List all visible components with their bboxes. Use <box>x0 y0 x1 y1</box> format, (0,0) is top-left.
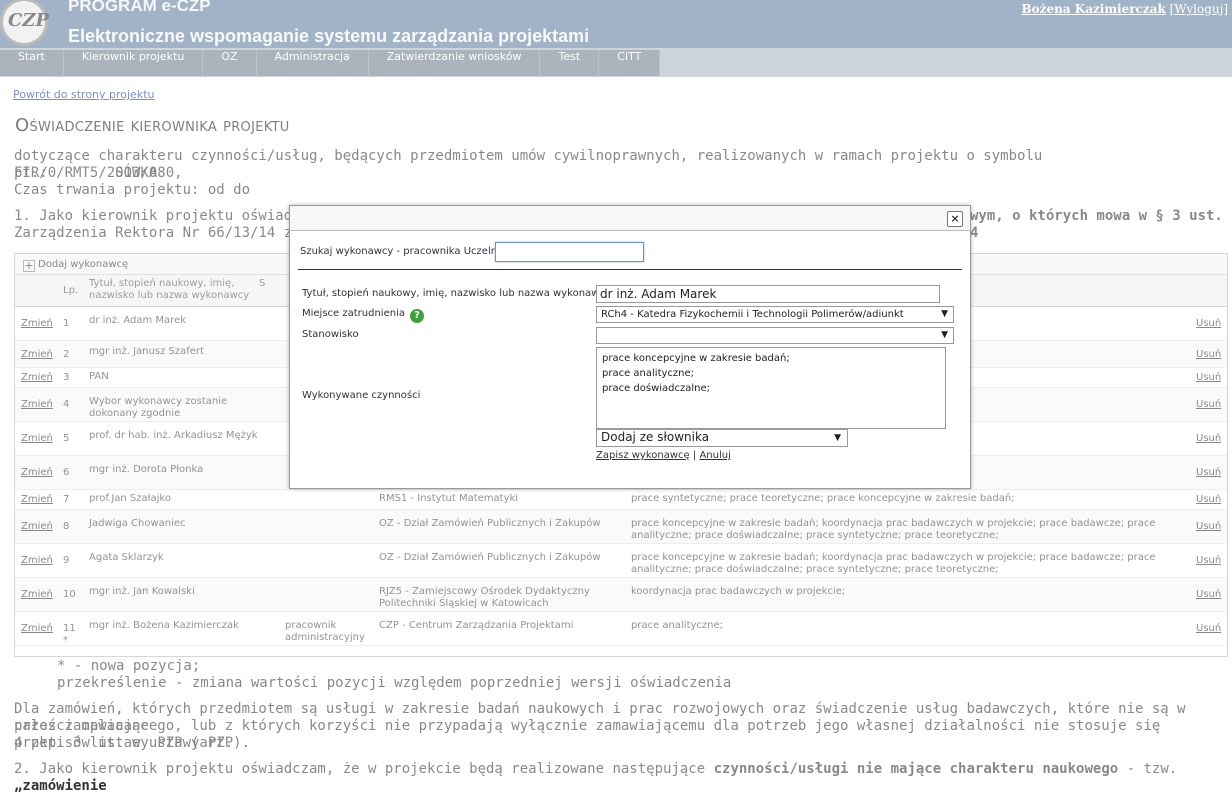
search-label: Szukaj wykonawcy - pracownika Uczelni: <box>300 246 504 257</box>
close-icon[interactable]: × <box>947 211 963 227</box>
workplace-select[interactable]: RCh4 - Katedra Fizykochemii i Technologi… <box>596 306 954 323</box>
task-line: prace koncepcyjne w zakresie badań; <box>602 353 790 364</box>
tasks-label: Wykonywane czynności <box>302 390 421 401</box>
tasks-textarea[interactable]: prace koncepcyjne w zakresie badań; prac… <box>596 347 946 429</box>
search-input[interactable] <box>495 242 644 262</box>
dictionary-select[interactable]: Dodaj ze słownika ▼ <box>596 429 848 447</box>
save-contractor-link[interactable]: Zapisz wykonawcę <box>596 450 690 461</box>
name-label: Tytuł, stopień naukowy, imię, nazwisko l… <box>302 288 611 299</box>
cancel-link[interactable]: Anuluj <box>699 450 730 461</box>
chevron-down-icon: ▼ <box>834 433 841 443</box>
position-label: Stanowisko <box>302 329 359 340</box>
help-icon[interactable]: ? <box>409 309 424 323</box>
task-line: prace analityczne; <box>602 368 695 379</box>
chevron-down-icon: ▼ <box>941 330 948 340</box>
task-line: prace doświadczalne; <box>602 383 711 394</box>
dialog-titlebar: × <box>290 206 970 231</box>
workplace-label: Miejsce zatrudnienia? <box>302 308 424 323</box>
dialog-actions: Zapisz wykonawcę | Anuluj <box>596 450 731 461</box>
chevron-down-icon: ▼ <box>941 309 948 319</box>
name-field[interactable]: dr inż. Adam Marek <box>596 285 940 303</box>
divider <box>298 269 962 270</box>
position-select[interactable]: ▼ <box>596 327 954 344</box>
add-contractor-dialog: × Szukaj wykonawcy - pracownika Uczelni:… <box>289 205 971 489</box>
